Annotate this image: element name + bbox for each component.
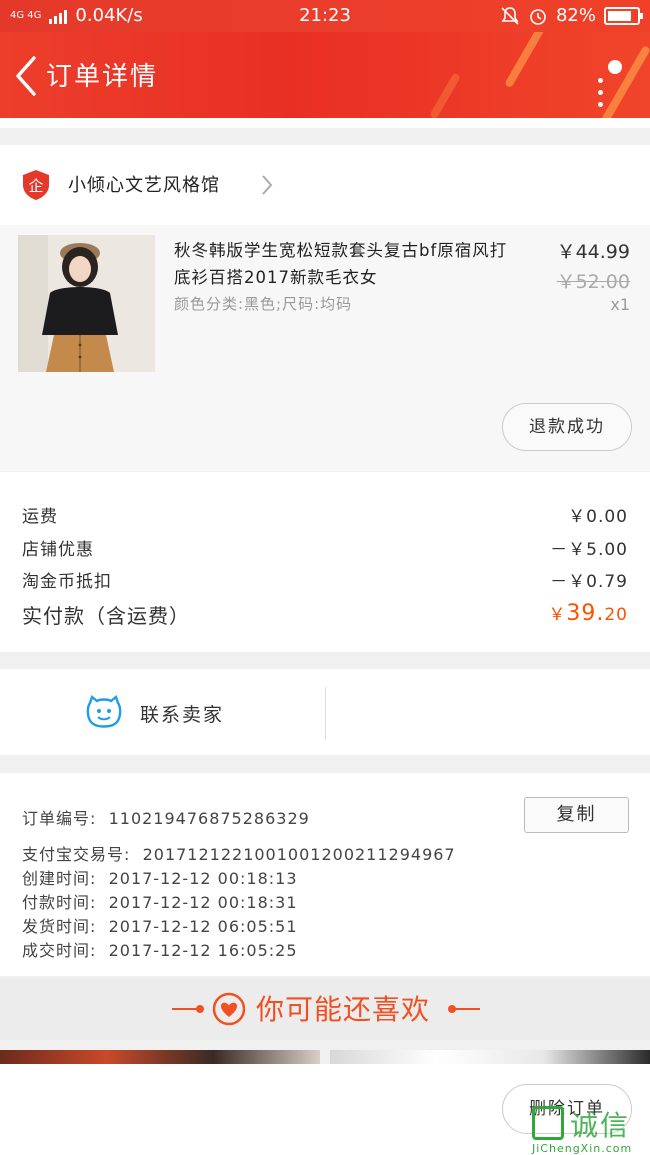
watermark-text: 诚信 xyxy=(570,1109,631,1142)
header-spacer xyxy=(0,118,650,128)
chat-face-icon[interactable] xyxy=(86,695,122,729)
battery-icon xyxy=(604,6,643,25)
page-title: 订单详情 xyxy=(46,62,159,92)
product-name[interactable]: 秋冬韩版学生宽松短款套头复古bf原宿风打底衫百搭2017新款毛衣女 xyxy=(174,237,524,291)
watermark-logo: 诚信 JiChengXin.com xyxy=(528,1102,650,1155)
refund-status-button[interactable]: 退款成功 xyxy=(502,403,632,451)
paid-row: 付款时间: 2017-12-12 00:18:31 xyxy=(22,889,298,913)
recommend-header: 你可能还喜欢 xyxy=(0,978,650,1040)
created-row: 创建时间: 2017-12-12 00:18:13 xyxy=(22,865,298,889)
created-time: 2017-12-12 00:18:13 xyxy=(108,869,298,888)
copy-button[interactable]: 复制 xyxy=(524,797,629,833)
product-thumbnail[interactable] xyxy=(18,235,155,372)
more-dots-icon[interactable] xyxy=(598,50,632,110)
total-row: 实付款（含运费） ￥39.20 xyxy=(22,600,628,629)
recommend-title: 你可能还喜欢 xyxy=(256,993,431,1026)
cost-summary: 运费 ￥0.00 店铺优惠 －￥5.00 淘金币抵扣 －￥0.79 实付款（含运… xyxy=(0,472,650,652)
coins-row: 淘金币抵扣 －￥0.79 xyxy=(22,567,628,592)
watermark-square xyxy=(532,1106,564,1140)
closed-label: 成交时间: xyxy=(22,941,97,960)
order-number-label: 订单编号: xyxy=(22,809,97,828)
enterprise-badge-icon: 企 xyxy=(23,170,49,200)
alarm-icon xyxy=(530,8,546,25)
total-label: 实付款（含运费） xyxy=(22,604,190,628)
product-price: ￥44.99 xyxy=(556,241,630,263)
shop-row[interactable]: 企 小倾心文艺风格馆 xyxy=(0,145,650,225)
contact-bar: 联系卖家 xyxy=(0,669,650,755)
chevron-right-icon xyxy=(262,175,273,195)
battery-percent: 82% xyxy=(555,5,596,26)
product-spec: 颜色分类:黑色;尺码:均码 xyxy=(174,295,353,313)
chevron-left-icon[interactable] xyxy=(10,54,44,98)
shop-discount-row: 店铺优惠 －￥5.00 xyxy=(22,535,628,560)
product-quantity: x1 xyxy=(610,295,630,314)
decor-dot-left xyxy=(196,1005,204,1013)
shop-discount-value: －￥5.00 xyxy=(550,540,628,560)
order-number-row: 订单编号: 110219476875286329 xyxy=(22,805,310,829)
order-info: 订单编号: 110219476875286329 复制 支付宝交易号: 2017… xyxy=(0,773,650,976)
paid-label: 付款时间: xyxy=(22,893,97,912)
alipay-row: 支付宝交易号: 2017121221001001200211294967 xyxy=(22,841,456,865)
watermark-url: JiChengXin.com xyxy=(532,1142,633,1155)
shipped-label: 发货时间: xyxy=(22,917,97,936)
alipay-number: 2017121221001001200211294967 xyxy=(142,845,456,864)
shipped-row: 发货时间: 2017-12-12 06:05:51 xyxy=(22,913,298,937)
svg-text:企: 企 xyxy=(28,177,43,195)
closed-row: 成交时间: 2017-12-12 16:05:25 xyxy=(22,937,298,961)
coins-label: 淘金币抵扣 xyxy=(22,572,112,592)
contact-divider xyxy=(325,687,326,739)
decor-line-right xyxy=(452,1008,480,1010)
closed-time: 2017-12-12 16:05:25 xyxy=(108,941,298,960)
order-item[interactable]: 秋冬韩版学生宽松短款套头复古bf原宿风打底衫百搭2017新款毛衣女 颜色分类:黑… xyxy=(0,225,650,471)
paid-time: 2017-12-12 00:18:31 xyxy=(108,893,298,912)
nav-header: 订单详情 xyxy=(0,32,650,118)
status-bar: 4G 4G 0.04K/s 21:23 82% xyxy=(0,0,650,32)
alipay-label: 支付宝交易号: xyxy=(22,845,131,864)
shipping-label: 运费 xyxy=(22,507,58,527)
heart-icon xyxy=(212,992,246,1026)
created-label: 创建时间: xyxy=(22,869,97,888)
total-value: ￥39.20 xyxy=(548,601,628,626)
mute-icon xyxy=(501,6,519,25)
recommend-product-image[interactable] xyxy=(0,1050,320,1064)
product-original-price: ￥52.00 xyxy=(556,271,630,293)
contact-seller-button[interactable]: 联系卖家 xyxy=(140,700,224,727)
shipping-row: 运费 ￥0.00 xyxy=(22,502,628,527)
coins-value: －￥0.79 xyxy=(550,572,628,592)
shipping-value: ￥0.00 xyxy=(568,507,628,527)
recommend-product-image[interactable] xyxy=(330,1050,650,1064)
shop-name: 小倾心文艺风格馆 xyxy=(68,175,220,196)
shop-discount-label: 店铺优惠 xyxy=(22,540,94,560)
shipped-time: 2017-12-12 06:05:51 xyxy=(108,917,298,936)
order-number: 110219476875286329 xyxy=(108,809,310,828)
